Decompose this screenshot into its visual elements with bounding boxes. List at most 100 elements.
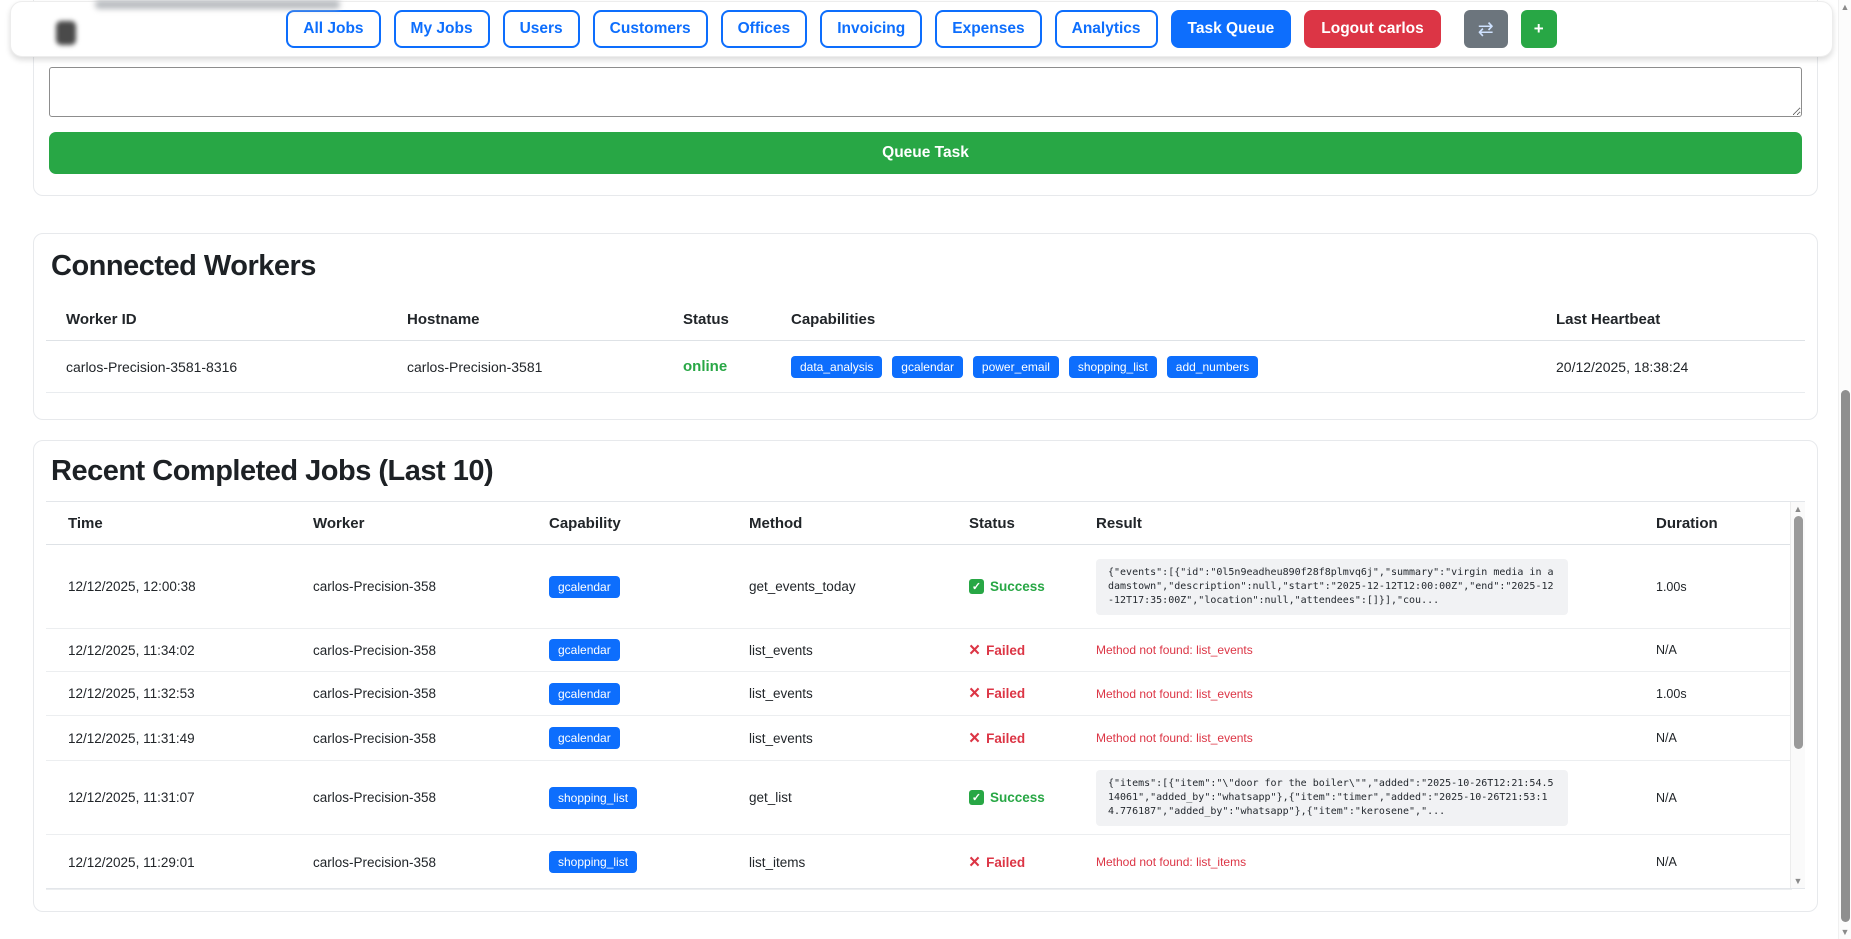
job-worker: carlos-Precision-358 [313,579,549,594]
job-row: 12/12/2025, 12:00:38 carlos-Precision-35… [46,545,1792,629]
col-time: Time [68,515,313,532]
col-duration: Duration [1656,515,1792,532]
job-time: 12/12/2025, 12:00:38 [68,579,313,594]
job-time: 12/12/2025, 11:31:49 [68,731,313,746]
col-status: Status [683,311,791,328]
job-time: 12/12/2025, 11:34:02 [68,643,313,658]
job-duration: 1.00s [1656,687,1792,701]
jobs-table: Time Worker Capability Method Status Res… [46,501,1805,889]
failed-cross-icon [969,855,980,870]
job-capability-badge: gcalendar [549,576,620,598]
col-capability: Capability [549,515,749,532]
job-duration: N/A [1656,791,1792,805]
job-status: Failed [969,855,1096,870]
nav-users-button[interactable]: Users [503,10,580,48]
blurred-text [95,0,340,9]
job-result: {"events":[{"id":"0l5n9eadheu890f28f8plm… [1096,559,1568,615]
connected-workers-card: Connected Workers Worker ID Hostname Sta… [33,233,1818,420]
connected-workers-title: Connected Workers [51,250,316,283]
job-status: Failed [969,643,1096,658]
capability-badge: power_email [973,356,1059,378]
nav-invoicing-button[interactable]: Invoicing [820,10,922,48]
job-result: Method not found: list_events [1096,643,1656,657]
job-row: 12/12/2025, 11:31:49 carlos-Precision-35… [46,716,1792,761]
job-method: list_events [749,643,969,658]
job-time: 12/12/2025, 11:31:07 [68,790,313,805]
logout-button[interactable]: Logout carlos [1304,10,1440,48]
scrollbar-thumb[interactable] [1841,390,1850,922]
recent-jobs-title: Recent Completed Jobs (Last 10) [51,455,493,488]
capability-badge: data_analysis [791,356,882,378]
job-worker: carlos-Precision-358 [313,790,549,805]
job-result: Method not found: list_events [1096,687,1656,701]
worker-hostname: carlos-Precision-3581 [407,359,683,375]
job-method: list_events [749,731,969,746]
recent-jobs-card: Recent Completed Jobs (Last 10) Time Wor… [33,440,1818,912]
capability-badge: add_numbers [1167,356,1258,378]
scroll-down-icon[interactable]: ▼ [1791,875,1805,887]
plus-icon: + [1534,19,1544,39]
workers-table-header: Worker ID Hostname Status Capabilities L… [46,299,1805,341]
blurred-thumbnail [56,21,76,45]
jobs-table-header: Time Worker Capability Method Status Res… [46,502,1792,545]
job-duration: N/A [1656,731,1792,745]
worker-status: online [683,358,791,375]
col-last-heartbeat: Last Heartbeat [1556,311,1805,328]
job-status: Failed [969,731,1096,746]
nav-offices-button[interactable]: Offices [721,10,808,48]
queue-task-button[interactable]: Queue Task [49,132,1802,174]
job-row: 12/12/2025, 11:34:02 carlos-Precision-35… [46,629,1792,672]
jobs-table-scrollbar[interactable]: ▲ ▼ [1790,502,1805,888]
worker-last-heartbeat: 20/12/2025, 18:38:24 [1556,359,1805,375]
job-worker: carlos-Precision-358 [313,855,549,870]
job-capability-badge: shopping_list [549,851,637,873]
success-check-icon [969,579,984,594]
scroll-up-icon[interactable]: ▲ [1791,503,1805,515]
job-duration: N/A [1656,855,1792,869]
col-method: Method [749,515,969,532]
sync-button[interactable]: ⇄ [1464,10,1508,48]
job-row: 12/12/2025, 11:31:07 carlos-Precision-35… [46,761,1792,835]
col-result: Result [1096,515,1656,532]
col-worker: Worker [313,515,549,532]
job-status: Success [969,790,1096,805]
page-scrollbar[interactable]: ▲ ▼ [1838,0,1851,939]
scroll-up-icon[interactable]: ▲ [1839,1,1851,13]
job-result: Method not found: list_items [1096,855,1656,869]
job-duration: N/A [1656,643,1792,657]
success-check-icon [969,790,984,805]
job-worker: carlos-Precision-358 [313,643,549,658]
nav-task-queue-button[interactable]: Task Queue [1171,10,1292,48]
sync-icon: ⇄ [1478,18,1494,41]
worker-id: carlos-Precision-3581-8316 [66,359,407,375]
nav-my-jobs-button[interactable]: My Jobs [394,10,490,48]
task-description-input[interactable] [49,67,1802,117]
failed-cross-icon [969,686,980,701]
capability-badge: gcalendar [892,356,963,378]
nav-all-jobs-button[interactable]: All Jobs [286,10,380,48]
col-worker-id: Worker ID [66,311,407,328]
job-time: 12/12/2025, 11:29:01 [68,855,313,870]
nav-customers-button[interactable]: Customers [593,10,708,48]
scrollbar-thumb[interactable] [1794,516,1803,749]
col-capabilities: Capabilities [791,311,1556,328]
job-capability-badge: gcalendar [549,727,620,749]
failed-cross-icon [969,731,980,746]
job-worker: carlos-Precision-358 [313,686,549,701]
job-time: 12/12/2025, 11:32:53 [68,686,313,701]
failed-cross-icon [969,643,980,658]
nav-analytics-button[interactable]: Analytics [1055,10,1158,48]
col-hostname: Hostname [407,311,683,328]
job-worker: carlos-Precision-358 [313,731,549,746]
job-method: list_events [749,686,969,701]
job-duration: 1.00s [1656,580,1792,594]
job-row: 12/12/2025, 11:29:01 carlos-Precision-35… [46,835,1792,890]
job-row: 12/12/2025, 11:32:53 carlos-Precision-35… [46,672,1792,716]
add-button[interactable]: + [1521,10,1557,48]
nav-expenses-button[interactable]: Expenses [935,10,1041,48]
job-status: Success [969,579,1096,594]
top-navbar: All Jobs My Jobs Users Customers Offices… [10,1,1833,57]
job-method: list_items [749,855,969,870]
scroll-down-icon[interactable]: ▼ [1839,926,1851,938]
job-status: Failed [969,686,1096,701]
